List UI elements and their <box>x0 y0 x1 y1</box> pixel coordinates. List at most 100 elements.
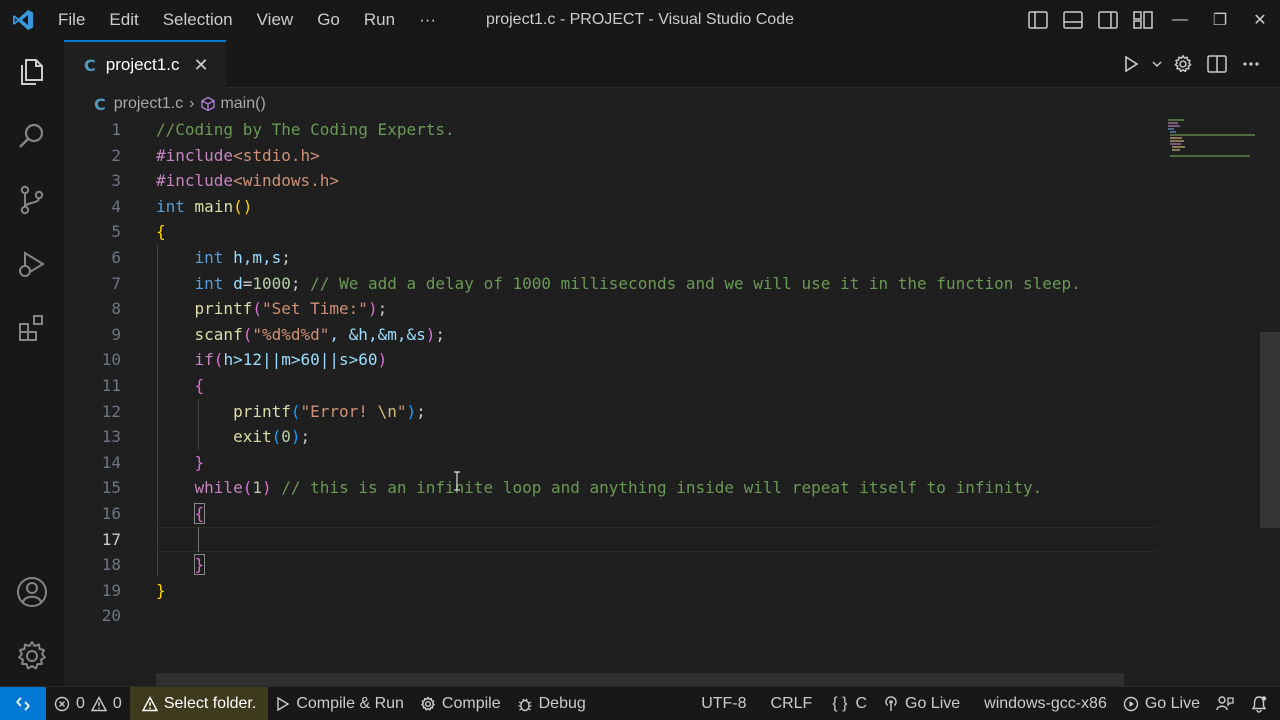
line-number: 6 <box>111 248 121 267</box>
more-actions-icon[interactable] <box>1234 40 1268 88</box>
go-live-server-button[interactable]: Go Live <box>1115 687 1208 720</box>
line-number: 19 <box>101 580 121 600</box>
code-line-1: //Coding by The Coding Experts. <box>156 120 455 139</box>
source-control-icon[interactable] <box>0 168 64 232</box>
run-debug-icon[interactable] <box>0 232 64 296</box>
status-bar: 0 0 Select folder. Compile & Run Compile… <box>0 686 1280 720</box>
activity-bar <box>0 40 64 686</box>
code-editor[interactable]: 1 //Coding by The Coding Experts. 2 #inc… <box>64 117 1280 687</box>
go-live-button[interactable]: Go Live <box>875 687 968 720</box>
files-icon[interactable] <box>0 40 64 104</box>
breadcrumb-file[interactable]: project1.c <box>114 95 183 113</box>
line-number: 1 <box>111 120 121 139</box>
customize-layout-icon[interactable] <box>1125 0 1160 40</box>
gear-icon[interactable] <box>1166 40 1200 88</box>
minimap[interactable] <box>1168 117 1266 686</box>
feedback-icon[interactable] <box>1208 687 1242 720</box>
editor-actions <box>1114 40 1268 88</box>
breadcrumb-symbol[interactable]: main() <box>220 95 265 113</box>
go-live-server-label: Go Live <box>1144 695 1200 712</box>
menu-go[interactable]: Go <box>305 0 352 40</box>
extensions-icon[interactable] <box>0 296 64 360</box>
code-line-2: #include<stdio.h> <box>156 145 320 165</box>
line-number: 3 <box>111 171 121 191</box>
select-folder-label: Select folder. <box>163 694 257 712</box>
horizontal-scrollbar[interactable] <box>156 673 1124 687</box>
tab-project1-c[interactable]: C project1.c ✕ <box>64 40 226 88</box>
title-bar-controls: — ❐ ✕ <box>1020 0 1280 40</box>
code-line-8: printf("Set Time:"); <box>194 299 388 319</box>
code-line-13: exit(0); <box>233 427 311 447</box>
line-number: 18 <box>101 555 121 575</box>
play-icon <box>276 696 290 712</box>
menu-run[interactable]: Run <box>352 0 407 40</box>
menu-view[interactable]: View <box>245 0 306 40</box>
error-count: 0 <box>76 694 85 712</box>
debug-button[interactable]: Debug <box>509 687 594 720</box>
problems-indicator[interactable]: 0 0 <box>46 687 130 720</box>
search-icon[interactable] <box>0 104 64 168</box>
toggle-secondary-sidebar-icon[interactable] <box>1090 0 1125 40</box>
select-folder-button[interactable]: Select folder. <box>129 686 269 720</box>
language-mode[interactable]: { } C <box>824 687 875 720</box>
restore-button[interactable]: ❐ <box>1200 0 1240 40</box>
settings-gear-icon[interactable] <box>0 624 64 688</box>
symbol-method-icon <box>200 96 216 112</box>
menu-edit[interactable]: Edit <box>97 0 150 40</box>
toggle-panel-icon[interactable] <box>1055 0 1090 40</box>
line-number: 13 <box>101 427 121 447</box>
editor-tab-bar: C project1.c ✕ <box>64 40 1280 88</box>
line-number: 7 <box>111 273 121 293</box>
code-line-14: } <box>194 452 205 472</box>
minimize-button[interactable]: — <box>1160 0 1200 40</box>
menu-file[interactable]: File <box>46 0 97 40</box>
menu-selection[interactable]: Selection <box>151 0 245 40</box>
encoding-indicator[interactable]: UTF-8 <box>693 687 754 720</box>
breadcrumb: C project1.c › main() <box>94 90 266 118</box>
line-number: 20 <box>101 606 121 626</box>
code-line-18: } <box>193 554 206 576</box>
language-label: C <box>855 695 867 712</box>
code-line-3: #include<windows.h> <box>156 171 340 191</box>
compile-button[interactable]: Compile <box>412 687 509 720</box>
compile-run-button[interactable]: Compile & Run <box>268 687 412 720</box>
line-number: 15 <box>101 478 121 498</box>
chevron-down-icon[interactable] <box>1148 40 1166 88</box>
compiler-selector[interactable]: windows-gcc-x86 <box>976 687 1115 720</box>
line-number: 9 <box>111 324 121 344</box>
code-line-7: int d=1000; // We add a delay of 1000 mi… <box>194 273 1081 293</box>
remote-window-icon[interactable] <box>0 686 46 720</box>
code-line-9: scanf("%d%d%d", &h,&m,&s); <box>194 324 446 344</box>
breadcrumb-separator: › <box>189 95 195 112</box>
code-line-16: { <box>193 503 206 524</box>
line-number: 12 <box>101 401 121 421</box>
notifications-bell-icon[interactable] <box>1242 687 1280 720</box>
split-editor-icon[interactable] <box>1200 40 1234 88</box>
compile-run-label: Compile & Run <box>296 694 404 712</box>
close-window-button[interactable]: ✕ <box>1240 0 1280 40</box>
c-file-icon: C <box>94 94 106 114</box>
bug-icon <box>517 696 533 712</box>
status-bar-right: UTF-8 CRLF { } C Go Live windows-gcc-x86… <box>693 687 1280 720</box>
code-line-5: { <box>156 222 166 242</box>
braces-icon: { } <box>832 695 848 712</box>
tab-label: project1.c <box>105 55 180 74</box>
code-line-6: int h,m,s; <box>194 248 291 267</box>
code-line-12: printf("Error! \n"); <box>233 401 426 421</box>
menu-more[interactable]: ··· <box>407 0 448 40</box>
account-icon[interactable] <box>0 560 64 624</box>
vertical-scrollbar[interactable] <box>1260 332 1280 528</box>
line-number: 14 <box>101 452 121 472</box>
text-cursor-icon <box>454 471 460 491</box>
close-icon[interactable]: ✕ <box>193 55 208 76</box>
gear-icon <box>420 696 436 712</box>
line-number: 10 <box>101 350 121 370</box>
code-line-19: } <box>156 580 166 600</box>
toggle-primary-sidebar-icon[interactable] <box>1020 0 1055 40</box>
eol-indicator[interactable]: CRLF <box>763 687 821 720</box>
run-file-icon[interactable] <box>1114 40 1148 88</box>
broadcast-icon <box>883 696 899 712</box>
line-number: 4 <box>111 196 121 216</box>
code-line-10: if(h>12||m>60||s>60) <box>194 350 388 370</box>
vscode-logo-icon <box>0 0 46 40</box>
